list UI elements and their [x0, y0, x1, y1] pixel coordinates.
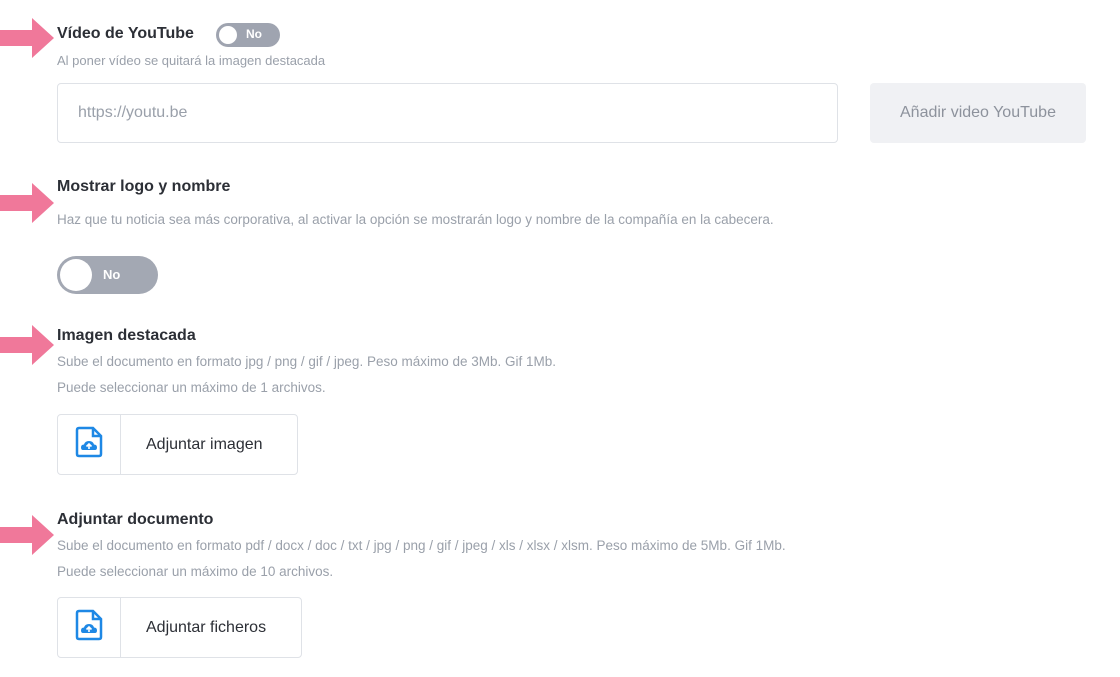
logo-toggle-label: No	[103, 267, 121, 282]
youtube-help-text: Al poner vídeo se quitará la imagen dest…	[57, 53, 326, 68]
youtube-toggle[interactable]: No	[216, 23, 280, 47]
file-upload-icon	[75, 426, 103, 463]
document-section-title: Adjuntar documento	[57, 511, 214, 528]
image-formats-help: Sube el documento en formato jpg / png /…	[57, 354, 557, 369]
attach-files-label: Adjuntar ficheros	[146, 618, 267, 636]
youtube-url-input[interactable]	[57, 83, 838, 143]
logo-toggle[interactable]: No	[57, 256, 158, 294]
image-count-help: Puede seleccionar un máximo de 1 archivo…	[57, 380, 326, 395]
document-count-help: Puede seleccionar un máximo de 10 archiv…	[57, 564, 334, 579]
youtube-section-title: Vídeo de YouTube	[57, 25, 194, 42]
attach-files-button[interactable]: Adjuntar ficheros	[57, 597, 302, 658]
logo-section-title: Mostrar logo y nombre	[57, 178, 231, 195]
pointer-arrow-icon	[0, 18, 56, 58]
toggle-knob	[60, 259, 92, 291]
add-youtube-video-button[interactable]: Añadir video YouTube	[870, 83, 1086, 143]
youtube-toggle-label: No	[246, 27, 262, 41]
attach-image-button[interactable]: Adjuntar imagen	[57, 414, 298, 475]
pointer-arrow-icon	[0, 325, 56, 365]
image-section-title: Imagen destacada	[57, 327, 196, 344]
document-formats-help: Sube el documento en formato pdf / docx …	[57, 538, 786, 553]
toggle-knob	[219, 26, 237, 44]
pointer-arrow-icon	[0, 183, 56, 223]
attach-image-label: Adjuntar imagen	[146, 435, 263, 453]
pointer-arrow-icon	[0, 515, 56, 555]
file-upload-icon	[75, 609, 103, 646]
logo-help-text: Haz que tu noticia sea más corporativa, …	[57, 212, 774, 227]
